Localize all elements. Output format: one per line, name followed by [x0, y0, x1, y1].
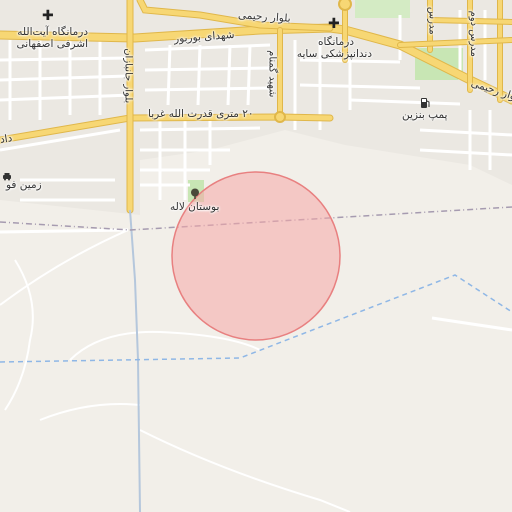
park-lale-label[interactable]: بوستان لاله — [170, 201, 219, 213]
clinic-ayatollah-line2: اشرفی اصفهانی — [16, 38, 88, 51]
road-vertical-label-3: مدرس — [426, 6, 438, 35]
road-vertical-label-4: مدرس دوم — [467, 10, 479, 57]
gas-station-fuel-pump-icon[interactable] — [420, 94, 430, 108]
gas-station-label[interactable]: پمپ بنزین — [402, 109, 447, 121]
clinic-dental-label[interactable]: درمانگاه دندانپزشکی سایه — [296, 36, 372, 61]
clinic-ayatollah-plus-icon[interactable]: ✚ — [42, 8, 54, 24]
map-view[interactable]: ✚ ✚ درمانگاه آیت‌الله اشرفی اصفهانی درما… — [0, 0, 512, 512]
roundabout-20-metri — [274, 111, 286, 123]
road-vertical-label-2: شهید گمنام — [266, 50, 278, 98]
clinic-ayatollah-label[interactable]: درمانگاه آیت‌الله اشرفی اصفهانی — [8, 26, 88, 50]
road-left-partial-label: داد — [0, 132, 14, 146]
clinic-dental-line2: دندانپزشکی سایه — [296, 48, 372, 61]
road-20-metri-label: ۲۰ متری قدرت الله غربا — [148, 108, 254, 120]
clinic-dental-plus-icon[interactable]: ✚ — [328, 16, 340, 32]
park-tree-icon[interactable] — [189, 185, 201, 199]
clinic-dental-line1: درمانگاه — [318, 36, 354, 48]
land-partial-label[interactable]: زمین فو — [6, 179, 42, 191]
green-area-top — [355, 0, 410, 18]
map-base-layer — [0, 0, 512, 512]
land-car-icon[interactable] — [2, 166, 12, 181]
roundabout-top — [338, 0, 352, 11]
clinic-ayatollah-line1: درمانگاه آیت‌الله — [17, 26, 88, 38]
road-vertical-label-1: بلوار جانبازان — [122, 48, 134, 104]
